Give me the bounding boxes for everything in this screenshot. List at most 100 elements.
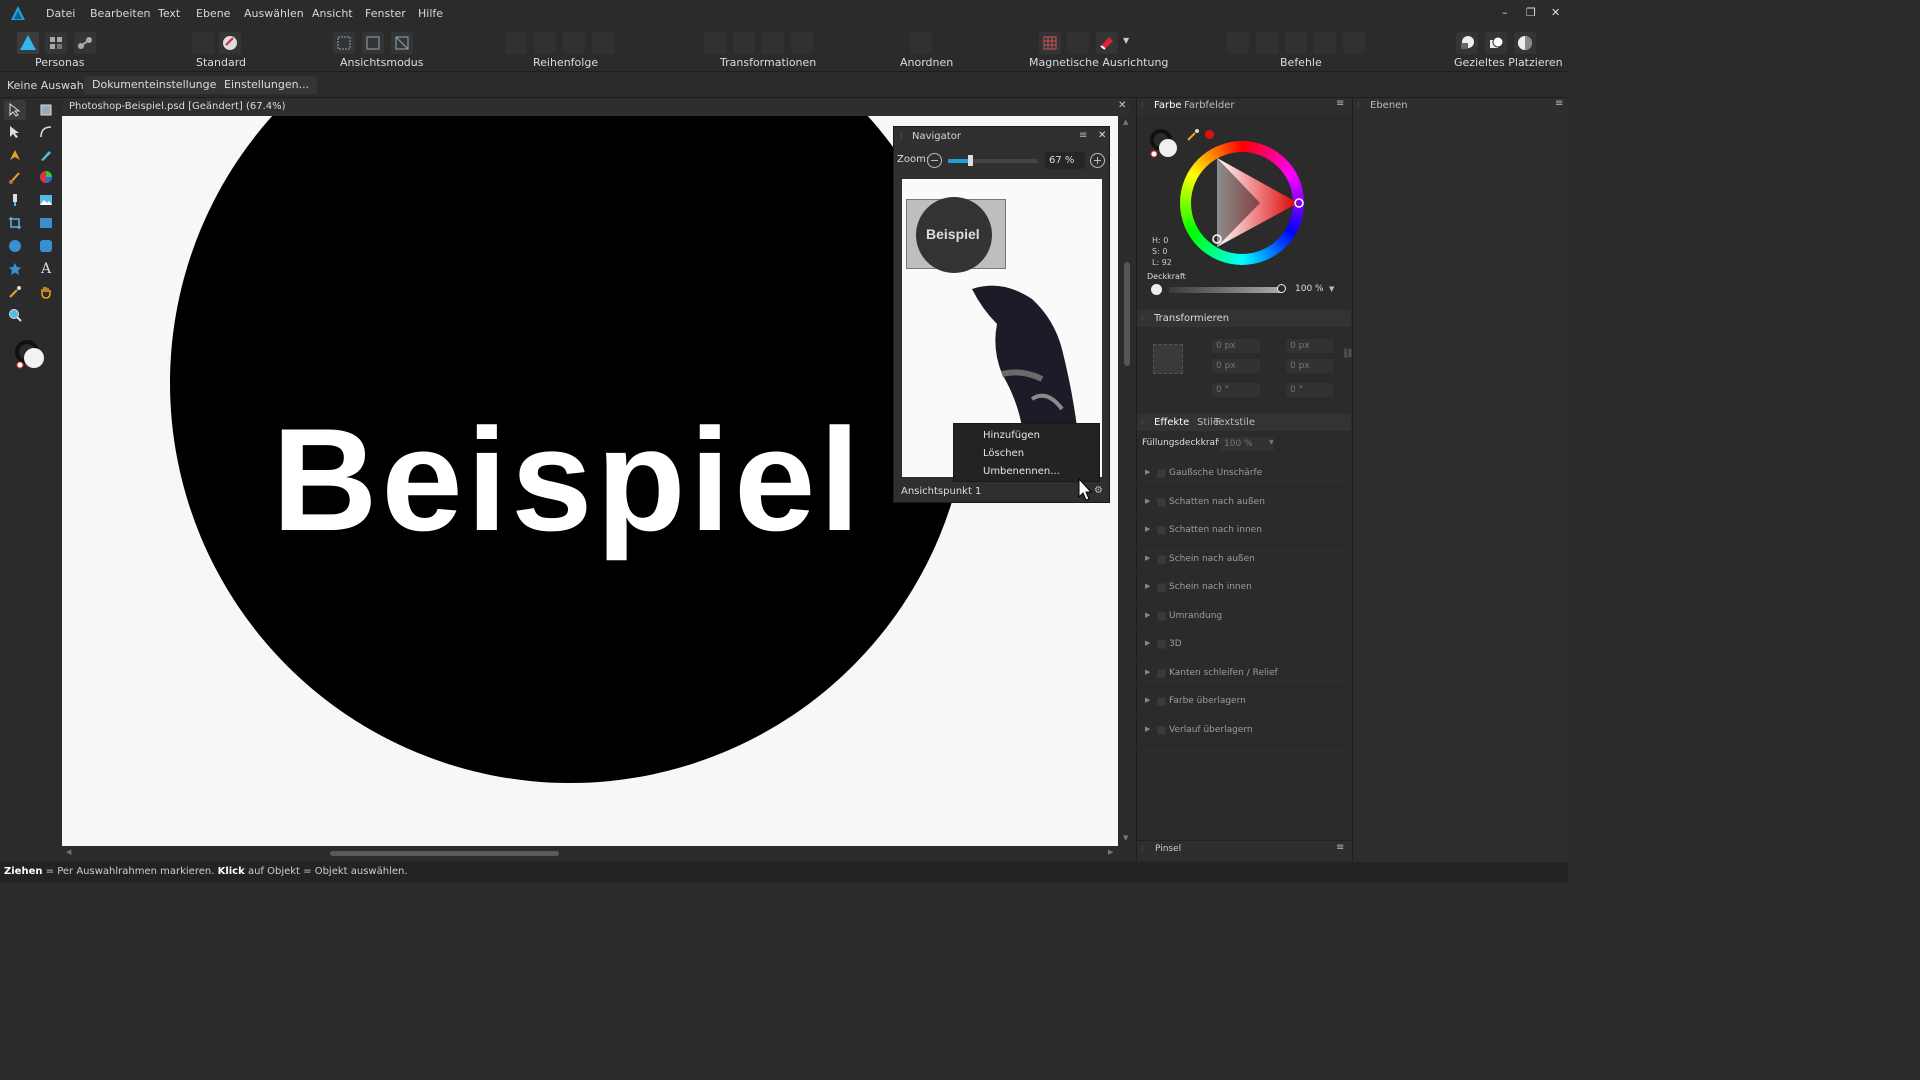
scroll-down-icon[interactable]: ▼: [1123, 834, 1128, 842]
insert-top-button[interactable]: [1485, 32, 1507, 54]
menu-hilfe[interactable]: Hilfe: [418, 7, 443, 20]
order-button-2[interactable]: [534, 32, 556, 54]
insert-inside-button[interactable]: [1514, 32, 1536, 54]
fill-stroke-swatch-icon[interactable]: [1149, 128, 1183, 162]
effect-row-3d[interactable]: ▶ 3D: [1137, 631, 1350, 659]
menu-bearbeiten[interactable]: Bearbeiten: [90, 7, 150, 20]
x-field[interactable]: 0 px: [1211, 338, 1261, 354]
snapping-magnet-button[interactable]: [1096, 32, 1118, 54]
command-button-4[interactable]: [1314, 32, 1336, 54]
fill-tool[interactable]: [35, 167, 57, 187]
place-image-tool[interactable]: [35, 190, 57, 210]
standard-button-1[interactable]: [192, 32, 214, 54]
menu-item-delete[interactable]: Löschen: [983, 448, 1024, 459]
opacity-slider[interactable]: [1169, 287, 1281, 293]
artboard-tool[interactable]: [35, 100, 57, 120]
view-tool[interactable]: [35, 282, 57, 302]
star-tool[interactable]: [4, 259, 26, 279]
tab-farbe[interactable]: Farbe: [1154, 100, 1182, 111]
frame-text-tool[interactable]: [35, 213, 57, 233]
panel-menu-icon[interactable]: ≡: [1336, 842, 1344, 853]
panel-menu-icon[interactable]: ≡: [1336, 98, 1344, 109]
ellipse-tool[interactable]: [4, 236, 26, 256]
expand-icon[interactable]: ▶: [1145, 525, 1150, 533]
menu-auswaehlen[interactable]: Auswählen: [244, 7, 304, 20]
menu-datei[interactable]: Datei: [46, 7, 75, 20]
expand-icon[interactable]: ▶: [1145, 668, 1150, 676]
vector-brush-tool[interactable]: [4, 167, 26, 187]
zoom-value-field[interactable]: 67 %: [1045, 152, 1085, 169]
designer-persona-button[interactable]: [17, 32, 39, 54]
command-button-3[interactable]: [1285, 32, 1307, 54]
command-button-5[interactable]: [1343, 32, 1365, 54]
expand-icon[interactable]: ▶: [1145, 725, 1150, 733]
eyedropper-icon[interactable]: [1186, 128, 1200, 142]
fill-opacity-field[interactable]: 100 %: [1219, 436, 1275, 452]
viewpoint-name[interactable]: Ansichtspunkt 1: [901, 486, 981, 497]
crop-tool[interactable]: [4, 213, 26, 233]
tab-farbfelder[interactable]: Farbfelder: [1184, 100, 1234, 111]
effect-checkbox[interactable]: [1157, 469, 1166, 478]
close-navigator-icon[interactable]: ✕: [1098, 130, 1106, 141]
snapping-grid-button[interactable]: [1039, 32, 1061, 54]
tab-ebenen[interactable]: Ebenen: [1370, 100, 1408, 111]
effect-row-outline[interactable]: ▶ Umrandung: [1137, 603, 1350, 631]
zoom-slider-thumb[interactable]: [968, 155, 973, 166]
scroll-right-icon[interactable]: ▶: [1108, 848, 1113, 856]
view-mode-button-3[interactable]: [391, 32, 413, 54]
horizontal-scroll-thumb[interactable]: [330, 851, 559, 856]
text-tool[interactable]: A: [35, 259, 57, 279]
pencil-tool[interactable]: [35, 145, 57, 165]
fill-stroke-swatch-icon[interactable]: [14, 338, 48, 372]
opacity-value[interactable]: 100 %: [1295, 284, 1324, 294]
horizontal-scrollbar[interactable]: ◀ ▶: [62, 846, 1120, 860]
transform-button-4[interactable]: [791, 32, 813, 54]
anchor-selector[interactable]: [1153, 344, 1183, 374]
effect-row-color-overlay[interactable]: ▶ Farbe überlagern: [1137, 688, 1350, 716]
order-button-1[interactable]: [505, 32, 527, 54]
panel-menu-icon[interactable]: ≡: [1555, 98, 1563, 109]
close-window-button[interactable]: ✕: [1551, 6, 1560, 19]
effect-row-outer-glow[interactable]: ▶ Schein nach außen: [1137, 546, 1350, 574]
expand-icon[interactable]: ▶: [1145, 696, 1150, 704]
effect-row-bevel-emboss[interactable]: ▶ Kanten schleifen / Relief: [1137, 660, 1350, 688]
vertical-scrollbar[interactable]: ▲ ▼: [1120, 116, 1134, 846]
effect-checkbox[interactable]: [1157, 726, 1166, 735]
scroll-left-icon[interactable]: ◀: [66, 848, 71, 856]
canvas-text-layer[interactable]: Beispiel: [272, 396, 864, 564]
drag-handle-icon[interactable]: ⁞: [1141, 417, 1144, 426]
effect-row-gradient-overlay[interactable]: ▶ Verlauf überlagern: [1137, 717, 1350, 745]
zoom-tool[interactable]: [4, 305, 26, 325]
effect-checkbox[interactable]: [1157, 640, 1166, 649]
zoom-in-icon[interactable]: [1089, 152, 1106, 169]
menu-item-add[interactable]: Hinzufügen: [983, 430, 1040, 441]
effect-row-inner-shadow[interactable]: ▶ Schatten nach innen: [1137, 517, 1350, 545]
panel-menu-icon[interactable]: ≡: [1079, 130, 1087, 141]
transform-button-1[interactable]: [704, 32, 726, 54]
insert-behind-button[interactable]: [1456, 32, 1478, 54]
effect-checkbox[interactable]: [1157, 612, 1166, 621]
effect-row-gaussian-blur[interactable]: ▶ Gaußsche Unschärfe: [1137, 460, 1350, 488]
zoom-slider-track[interactable]: [948, 155, 1038, 166]
expand-icon[interactable]: ▶: [1145, 497, 1150, 505]
order-button-3[interactable]: [563, 32, 585, 54]
effect-row-inner-glow[interactable]: ▶ Schein nach innen: [1137, 574, 1350, 602]
menu-fenster[interactable]: Fenster: [365, 7, 406, 20]
node-tool[interactable]: [4, 122, 26, 142]
corner-tool[interactable]: [35, 122, 57, 142]
affinity-logo-icon[interactable]: [10, 5, 26, 21]
y-field[interactable]: 0 px: [1211, 358, 1261, 374]
export-persona-button[interactable]: [74, 32, 96, 54]
shear-field[interactable]: 0 °: [1285, 382, 1335, 398]
opacity-dropdown-icon[interactable]: ▼: [1329, 285, 1334, 293]
menu-item-rename[interactable]: Umbenennen...: [983, 466, 1060, 477]
rounded-rectangle-tool[interactable]: [35, 236, 57, 256]
view-mode-button-2[interactable]: [362, 32, 384, 54]
drag-handle-icon[interactable]: ⁞: [1141, 100, 1144, 109]
document-tab[interactable]: Photoshop-Beispiel.psd [Geändert] (67.4%…: [62, 98, 1130, 116]
command-button-1[interactable]: [1227, 32, 1249, 54]
restore-button[interactable]: ❐: [1526, 6, 1536, 19]
color-wheel[interactable]: [1180, 141, 1304, 265]
expand-icon[interactable]: ▶: [1145, 611, 1150, 619]
effect-checkbox[interactable]: [1157, 697, 1166, 706]
